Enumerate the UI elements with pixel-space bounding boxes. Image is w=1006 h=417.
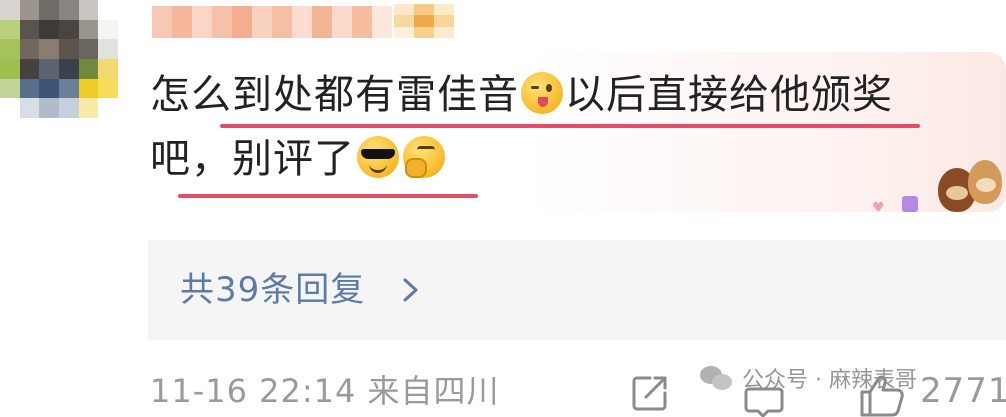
thinking-emoji-icon <box>403 136 445 178</box>
timestamp-location: 11-16 22:14 来自四川 <box>150 372 500 410</box>
gift-icon <box>902 196 918 212</box>
comment-text-line2: 吧，别评了 <box>150 135 447 183</box>
username[interactable] <box>152 6 392 38</box>
comment-text-part2: 以后直接给他颁奖 <box>565 72 893 118</box>
view-replies-button[interactable]: 共39条回复 <box>148 240 1006 340</box>
highlight-underline <box>220 124 920 128</box>
heart-icon: ♥ <box>872 200 885 216</box>
wink-tongue-emoji-icon <box>521 72 563 114</box>
user-badge-icon <box>394 4 454 38</box>
chevron-right-icon <box>403 278 418 302</box>
watermark-text: 公众号 · 麻辣表哥 <box>742 368 917 393</box>
watermark: 公众号 · 麻辣表哥 <box>700 362 917 394</box>
like-count: 2771 <box>920 371 1006 411</box>
avatar[interactable] <box>0 0 118 118</box>
comment-text-part3: 吧，别评了 <box>150 136 355 182</box>
share-icon[interactable] <box>630 373 670 413</box>
comment-text-part1: 怎么到处都有雷佳音 <box>150 72 519 118</box>
wechat-icon <box>700 364 734 392</box>
sunglasses-emoji-icon <box>357 136 399 178</box>
comment-text-line1: 怎么到处都有雷佳音 以后直接给他颁奖 <box>150 71 893 119</box>
replies-count-label: 共39条回复 <box>180 270 366 310</box>
highlight-underline <box>178 194 478 198</box>
bear-sticker-icon <box>934 156 1006 218</box>
